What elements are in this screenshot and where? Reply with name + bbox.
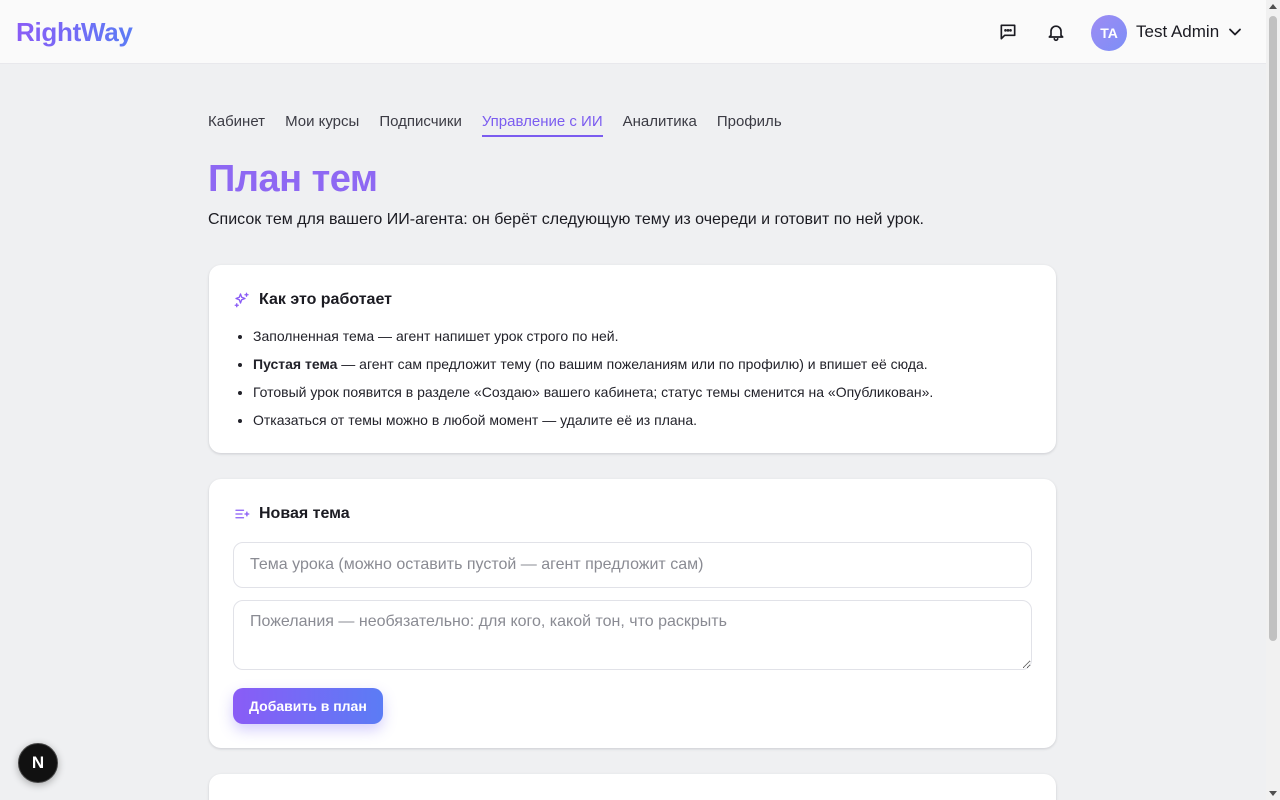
avatar[interactable]: TA	[1091, 15, 1127, 51]
list-plus-icon	[235, 509, 250, 519]
wishes-textarea[interactable]	[233, 600, 1032, 670]
how-it-works-list: Заполненная тема — агент напишет урок ст…	[253, 327, 933, 439]
list-item: Пустая тема — агент сам предложит тему (…	[253, 355, 933, 383]
section-tabs: Кабинет Мои курсы Подписчики Управление …	[208, 113, 782, 137]
chat-icon[interactable]	[996, 20, 1020, 44]
new-topic-card: Новая тема Добавить в план	[209, 479, 1056, 748]
how-it-works-header: Как это работает	[233, 291, 392, 309]
dev-tools-badge[interactable]: N	[18, 743, 58, 783]
list-item: Готовый урок появится в разделе «Создаю»…	[253, 383, 933, 411]
tab-ai-management[interactable]: Управление с ИИ	[481, 113, 603, 137]
bell-icon[interactable]	[1044, 20, 1068, 44]
user-name[interactable]: Test Admin	[1136, 22, 1219, 42]
tab-subscribers[interactable]: Подписчики	[379, 113, 462, 137]
tab-my-courses[interactable]: Мои курсы	[285, 113, 359, 137]
scrollbar[interactable]	[1266, 0, 1280, 800]
add-to-plan-button[interactable]: Добавить в план	[233, 688, 383, 724]
scroll-up-icon[interactable]	[1269, 4, 1277, 9]
how-it-works-card: Как это работает Заполненная тема — аген…	[209, 265, 1056, 453]
new-topic-header: Новая тема	[233, 505, 350, 523]
tab-profile[interactable]: Профиль	[717, 113, 782, 137]
new-topic-title: Новая тема	[259, 505, 350, 522]
tab-cabinet[interactable]: Кабинет	[208, 113, 265, 137]
tab-analytics[interactable]: Аналитика	[623, 113, 697, 137]
list-item: Отказаться от темы можно в любой момент …	[253, 411, 933, 439]
logo[interactable]: RightWay	[16, 17, 133, 48]
page-title: План тем	[208, 158, 378, 200]
chevron-down-icon[interactable]	[1228, 25, 1242, 39]
how-it-works-title: Как это работает	[259, 291, 392, 308]
top-bar: RightWay TA Test Admin	[0, 0, 1266, 64]
sparkles-icon	[234, 292, 249, 308]
topic-input[interactable]	[233, 542, 1032, 588]
page-subtitle: Список тем для вашего ИИ-агента: он берё…	[208, 211, 924, 228]
scrollbar-thumb[interactable]	[1269, 16, 1277, 641]
topics-list-card	[209, 774, 1056, 800]
scroll-down-icon[interactable]	[1269, 791, 1277, 796]
list-item: Заполненная тема — агент напишет урок ст…	[253, 327, 933, 355]
